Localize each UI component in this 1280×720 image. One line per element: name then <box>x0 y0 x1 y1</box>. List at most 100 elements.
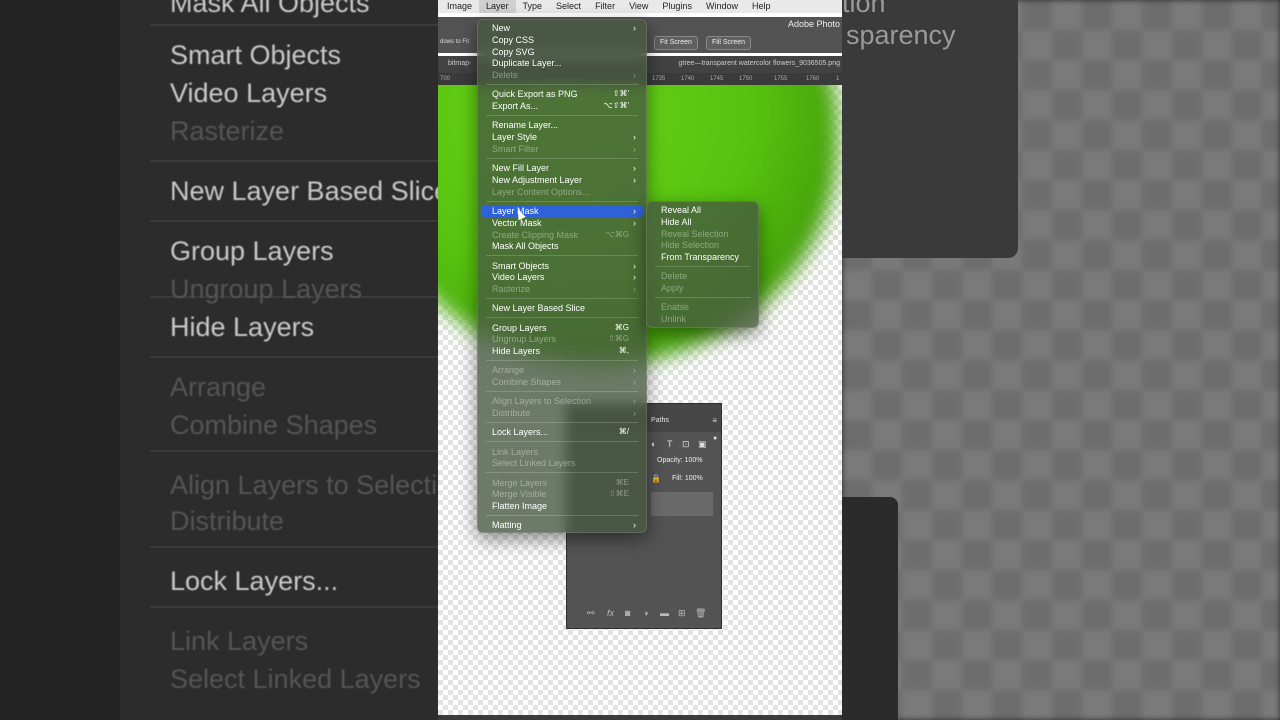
submenu-item-from-transparency[interactable]: From Transparency <box>650 251 755 263</box>
menu-item-label: Rasterize <box>492 284 531 295</box>
menu-item-shortcut: ⇧⌘E <box>608 489 629 499</box>
ruler-tick-label: 1735 <box>652 76 666 82</box>
background-menu-text: Smart Objects <box>170 40 342 70</box>
background-menu-text: Align Layers to Selection <box>170 470 468 500</box>
type-icon[interactable]: T <box>667 439 673 449</box>
menu-item-label: Rename Layer... <box>492 120 559 131</box>
background-panel-enlarged <box>842 497 898 720</box>
folder-icon[interactable]: ▬ <box>660 608 669 618</box>
submenu-item-reveal-all[interactable]: Reveal All <box>650 204 755 216</box>
menu-item-new[interactable]: New › <box>481 22 643 34</box>
menu-bar: Image Layer Type Select Filter View Plugins Win… <box>438 0 842 13</box>
menu-item-new-fill-layer[interactable]: New Fill Layer › <box>481 162 643 174</box>
menu-item-group-layers[interactable]: Group Layers ⌘G <box>481 322 643 334</box>
menu-item-label: Hide Selection <box>661 240 720 251</box>
menu-item-merge-layers: Merge Layers ⌘E <box>481 477 643 489</box>
screen: Mask All Objects Smart Objects Video Layer… <box>0 0 1280 720</box>
menu-item-label: Flatten Image <box>492 501 548 512</box>
fill-screen-button[interactable]: Fill Screen <box>706 36 752 50</box>
menu-item-label: Layer Content Options... <box>492 186 590 197</box>
menu-item-export-as[interactable]: Export As... ⌥⇧⌘' <box>481 100 643 112</box>
new-layer-icon[interactable]: ⊞ <box>678 608 686 619</box>
resize-windows-label[interactable]: dows to Fit <box>440 39 469 45</box>
lock-icon[interactable]: 🔒 <box>651 474 661 483</box>
menu-view[interactable]: View <box>622 0 655 13</box>
menu-item-video-layers[interactable]: Video Layers › <box>481 271 643 283</box>
smart-object-icon[interactable]: ▣ <box>698 439 707 450</box>
panel-menu-icon[interactable]: ≡ <box>712 416 717 425</box>
menu-item-label: Copy CSS <box>492 34 535 45</box>
menu-item-duplicate-layer[interactable]: Duplicate Layer... <box>481 57 643 69</box>
menu-item-delete: Delete › <box>481 69 643 81</box>
submenu-item-hide-selection: Hide Selection <box>650 239 755 251</box>
menu-item-lock-layers[interactable]: Lock Layers... ⌘/ <box>481 426 643 438</box>
menu-item-hide-layers[interactable]: Hide Layers ⌘, <box>481 345 643 357</box>
ruler-tick-label: 1755 <box>774 76 788 82</box>
menu-item-label: Hide All <box>661 216 692 227</box>
menu-item-label: Export As... <box>492 101 539 112</box>
menu-separator <box>486 115 638 117</box>
menu-item-label: Apply <box>661 283 684 294</box>
menu-type[interactable]: Type <box>516 0 550 13</box>
menu-item-copy-svg[interactable]: Copy SVG <box>481 46 643 58</box>
background-menu-text: Video Layers <box>170 78 328 108</box>
chevron-right-icon: › <box>633 284 636 295</box>
menu-image[interactable]: Image <box>438 0 479 13</box>
menu-item-layer-style[interactable]: Layer Style › <box>481 131 643 143</box>
transform-icon[interactable]: ⊡ <box>682 439 690 450</box>
menu-item-label: Copy SVG <box>492 46 535 57</box>
adjust-icon[interactable]: ◐ <box>651 439 656 449</box>
tab-watercolor-flowers[interactable]: gtree—transparent watercolor flowers_903… <box>679 60 841 67</box>
menu-layer[interactable]: Layer <box>479 0 516 13</box>
fit-screen-button[interactable]: Fit Screen <box>654 36 698 50</box>
menu-item-label: Merge Visible <box>492 489 547 500</box>
menu-item-matting[interactable]: Matting › <box>481 519 643 531</box>
menu-select[interactable]: Select <box>549 0 588 13</box>
menu-item-flatten-image[interactable]: Flatten Image <box>481 500 643 512</box>
submenu-item-delete: Delete <box>650 270 755 282</box>
fx-icon[interactable]: fx <box>607 608 614 618</box>
mask-icon[interactable]: ◙ <box>625 608 630 618</box>
menu-item-smart-objects[interactable]: Smart Objects › <box>481 260 643 272</box>
menu-item-label: Duplicate Layer... <box>492 58 562 69</box>
chevron-right-icon: › <box>633 132 636 143</box>
menu-item-quick-export-as-png[interactable]: Quick Export as PNG ⇧⌘' <box>481 88 643 100</box>
menu-item-shortcut: ⌥⌘G <box>605 229 629 239</box>
submenu-item-hide-all[interactable]: Hide All <box>650 216 755 228</box>
background-menu-text: Arrange <box>170 372 267 402</box>
background-menu-text: Hide Layers <box>170 312 315 342</box>
menu-filter[interactable]: Filter <box>588 0 622 13</box>
menu-help[interactable]: Help <box>745 0 778 13</box>
menu-item-label: New <box>492 23 511 33</box>
menu-item-new-layer-based-slice[interactable]: New Layer Based Slice <box>481 302 643 314</box>
menu-item-rename-layer[interactable]: Rename Layer... <box>481 119 643 131</box>
tab-paths[interactable]: Paths <box>651 417 669 424</box>
adjustment-icon[interactable]: ◑ <box>643 608 648 618</box>
menu-item-copy-css[interactable]: Copy CSS <box>481 34 643 46</box>
chevron-right-icon: › <box>633 272 636 283</box>
menu-item-vector-mask[interactable]: Vector Mask › <box>481 217 643 229</box>
menu-window[interactable]: Window <box>699 0 745 13</box>
menu-item-label: Delete <box>492 70 519 81</box>
fill-field[interactable]: Fill: 100% <box>672 475 703 482</box>
trash-icon[interactable]: 🗑 <box>695 608 706 619</box>
opacity-field[interactable]: Opacity: 100% <box>657 457 703 464</box>
background-separator <box>150 450 438 452</box>
ruler-tick-label: 1760 <box>806 76 820 82</box>
menu-item-mask-all-objects[interactable]: Mask All Objects <box>481 240 643 252</box>
menu-item-label: Merge Layers <box>492 477 548 488</box>
background-menu-text: Ungroup Layers <box>170 274 363 304</box>
menu-item-shortcut: ⌘E <box>615 477 629 487</box>
menu-plugins[interactable]: Plugins <box>655 0 699 13</box>
menu-item-link-layers: Link Layers <box>481 446 643 458</box>
tab-bitmap[interactable]: bitmap- <box>448 60 471 67</box>
link-icon[interactable]: ⚯ <box>587 608 595 619</box>
chevron-right-icon: › <box>633 396 636 407</box>
menu-item-label: Reveal Selection <box>661 228 729 239</box>
menu-item-label: Lock Layers... <box>492 427 549 438</box>
menu-item-new-adjustment-layer[interactable]: New Adjustment Layer › <box>481 174 643 186</box>
layer-row[interactable] <box>651 492 713 516</box>
filter-toggle-icon[interactable]: ● <box>713 435 717 442</box>
menu-item-layer-mask[interactable]: Layer Mask › <box>481 205 643 217</box>
menu-separator <box>486 472 638 474</box>
